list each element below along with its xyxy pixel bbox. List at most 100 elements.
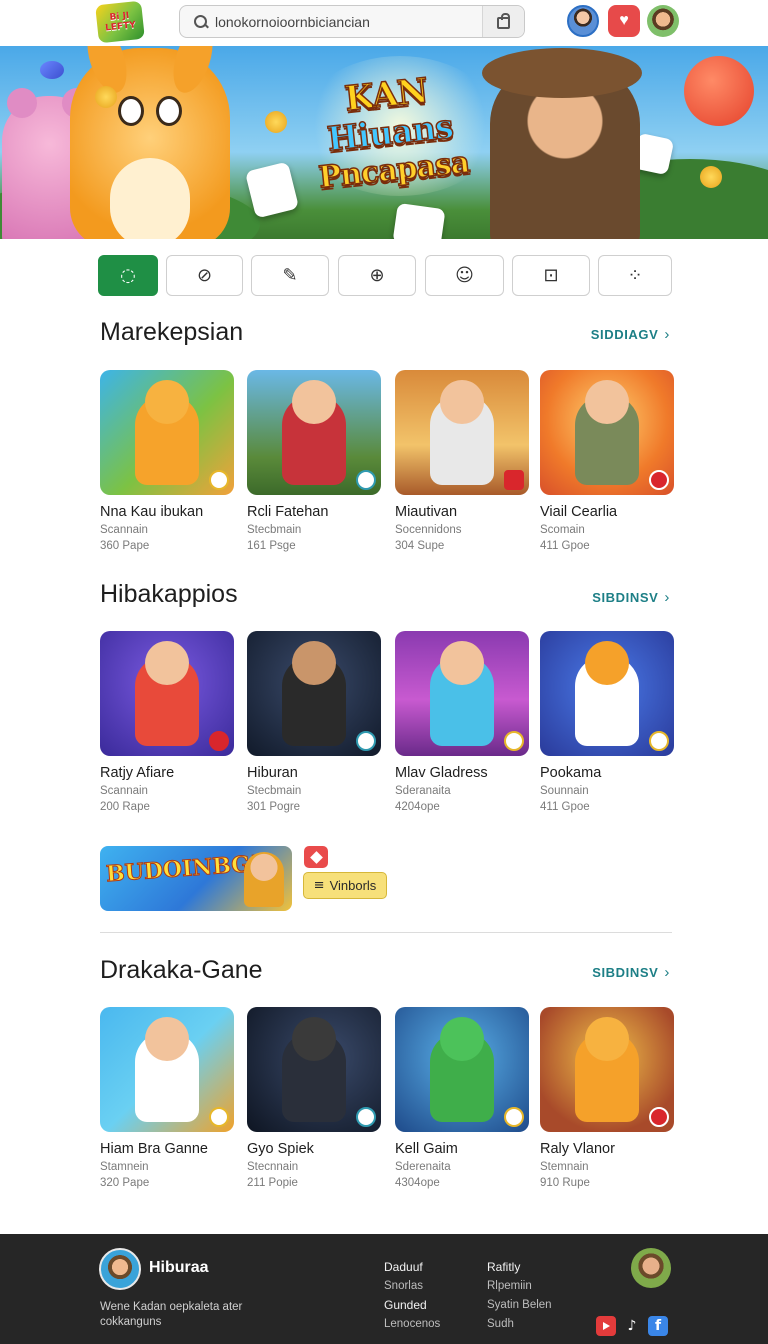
game-meta: 301 Pogre	[247, 801, 301, 813]
game-meta: 4204ope	[395, 801, 440, 813]
game-card[interactable]: Hiburan Stecbmain 301 Pogre	[247, 631, 381, 823]
game-title: Miautivan	[395, 504, 458, 520]
game-meta: 411 Gpoe	[540, 801, 590, 813]
game-subtitle: Sderanaita	[395, 785, 451, 797]
game-card[interactable]: Ratjy Afiare Scannain 200 Rape	[100, 631, 234, 823]
hero-banner[interactable]: KAN Hiuans Pncapasa	[0, 46, 768, 239]
search-input[interactable]	[215, 13, 475, 30]
tab-add[interactable]: ⊕	[338, 255, 416, 296]
game-subtitle: Scannain	[100, 524, 148, 536]
tab-create[interactable]: ✎	[251, 255, 329, 296]
footer-logo[interactable]	[99, 1248, 141, 1290]
footer-link[interactable]: Snorlas	[384, 1277, 440, 1296]
verified-badge-icon	[504, 1107, 524, 1127]
chevron-right-icon: ›	[664, 326, 670, 343]
site-logo[interactable]: Bi JI LEFTY	[95, 0, 145, 44]
verified-badge-icon	[649, 1107, 669, 1127]
game-card[interactable]: Mlav Gladress Sderanaita 4204ope	[395, 631, 529, 823]
shopping-bag-button[interactable]	[482, 6, 524, 37]
game-card[interactable]: Kell Gaim Sderenaita 4304ope	[395, 1007, 529, 1199]
game-card[interactable]: Pookama Sounnain 411 Gpoe	[540, 631, 674, 823]
game-meta: 360 Pape	[100, 540, 150, 552]
category-tabs: ◌ ⊘ ✎ ⊕ ☺ ⊡ ⁘	[98, 255, 672, 297]
game-title: Hiburan	[247, 765, 298, 781]
promo-tag-button[interactable]	[304, 846, 328, 868]
game-thumbnail	[100, 631, 234, 756]
game-title: Viail Cearlia	[540, 504, 618, 520]
facebook-icon[interactable]: f	[648, 1316, 668, 1336]
game-meta: 211 Popie	[247, 1177, 298, 1189]
game-subtitle: Scannain	[100, 785, 148, 797]
game-meta: 910 Rupe	[540, 1177, 590, 1189]
game-thumbnail	[540, 631, 674, 756]
footer-description: Wene Kadan oepkaleta ater cokkanguns	[100, 1301, 243, 1328]
verified-badge-icon	[356, 731, 376, 751]
see-all-link[interactable]: SIDDIAGV ›	[591, 326, 670, 343]
hero-title: KAN Hiuans Pncapasa	[300, 67, 481, 198]
game-title: Rcli Fatehan	[247, 504, 329, 520]
game-thumbnail	[395, 1007, 529, 1132]
game-card[interactable]: Rcli Fatehan Stecbmain 161 Psge	[247, 370, 381, 562]
game-meta: 411 Gpoe	[540, 540, 590, 552]
footer-links-column: Daduuf Snorlas Gunded Lenocenos	[384, 1258, 440, 1334]
youtube-icon[interactable]	[596, 1316, 616, 1336]
game-meta: 161 Psge	[247, 540, 296, 552]
user-avatar-icon[interactable]	[647, 5, 679, 37]
footer-link[interactable]: Syatin Belen	[487, 1296, 552, 1315]
verified-badge-icon	[504, 731, 524, 751]
verified-badge-icon	[649, 731, 669, 751]
tiktok-icon[interactable]: ♪	[622, 1316, 642, 1336]
dice-image	[392, 202, 446, 239]
game-meta: 304 Supe	[395, 540, 445, 552]
see-all-label: SIBDINSV	[592, 965, 659, 980]
game-title: Raly Vlanor	[540, 1141, 615, 1157]
game-subtitle: Socennidons	[395, 524, 462, 536]
section-divider	[100, 932, 672, 933]
promo-banner[interactable]: BUDOINBG!	[100, 846, 292, 911]
footer-link[interactable]: Rafitly	[487, 1258, 552, 1277]
game-meta: 200 Rape	[100, 801, 150, 813]
tab-explore[interactable]: ⊘	[166, 255, 243, 296]
game-card[interactable]: Nna Kau ibukan Scannain 360 Pape	[100, 370, 234, 562]
home-icon: ◌	[120, 264, 136, 286]
section-title: Drakaka-Gane	[100, 956, 263, 984]
see-all-link[interactable]: SIBDINSV ›	[592, 964, 670, 981]
compass-icon: ⊘	[196, 264, 213, 286]
verified-badge-icon	[209, 731, 229, 751]
tab-more[interactable]: ⁘	[598, 255, 672, 296]
footer-link[interactable]: Lenocenos	[384, 1315, 440, 1334]
game-card[interactable]: Raly Vlanor Stemnain 910 Rupe	[540, 1007, 674, 1199]
game-card[interactable]: Gyo Spiek Stecnnain 211 Popie	[247, 1007, 381, 1199]
game-subtitle: Sderenaita	[395, 1161, 451, 1173]
tab-store[interactable]: ⊡	[512, 255, 590, 296]
plus-circle-icon: ⊕	[369, 264, 385, 286]
profile-avatar-icon[interactable]	[567, 5, 599, 37]
game-card[interactable]: Hiam Bra Ganne Stamnein 320 Pape	[100, 1007, 234, 1199]
footer-brand: Hiburaa	[149, 1259, 209, 1276]
verified-badge-icon	[209, 470, 229, 490]
footer-link[interactable]: Sudh	[487, 1315, 552, 1334]
footer-link[interactable]: Daduuf	[384, 1258, 440, 1277]
game-meta: 320 Pape	[100, 1177, 150, 1189]
game-title: Kell Gaim	[395, 1141, 458, 1157]
game-card[interactable]: Miautivan Socennidons 304 Supe	[395, 370, 529, 562]
footer-link[interactable]: Gunded	[384, 1296, 440, 1315]
tab-friends[interactable]: ☺	[425, 255, 504, 296]
explorer-character-image	[482, 48, 642, 239]
game-title: Pookama	[540, 765, 602, 781]
game-subtitle: Sounnain	[540, 785, 589, 797]
search-bar[interactable]	[179, 5, 525, 38]
top-bar: Bi JI LEFTY ♥	[0, 0, 768, 46]
footer-link[interactable]: Rlpemiin	[487, 1277, 552, 1296]
see-all-link[interactable]: SIBDINSV ›	[592, 589, 670, 606]
promo-banner-text: BUDOINBG!	[105, 850, 261, 888]
game-meta: 4304ope	[395, 1177, 440, 1189]
game-subtitle: Stecbmain	[247, 524, 302, 536]
grid-icon: ⁘	[627, 264, 643, 286]
tab-home[interactable]: ◌	[98, 255, 158, 296]
game-thumbnail	[247, 1007, 381, 1132]
favorites-button[interactable]: ♥	[608, 5, 640, 37]
footer-avatar-icon[interactable]	[631, 1248, 671, 1288]
promo-action-button[interactable]: ≡ Vinborls	[303, 872, 387, 899]
game-card[interactable]: Viail Cearlia Scomain 411 Gpoe	[540, 370, 674, 562]
